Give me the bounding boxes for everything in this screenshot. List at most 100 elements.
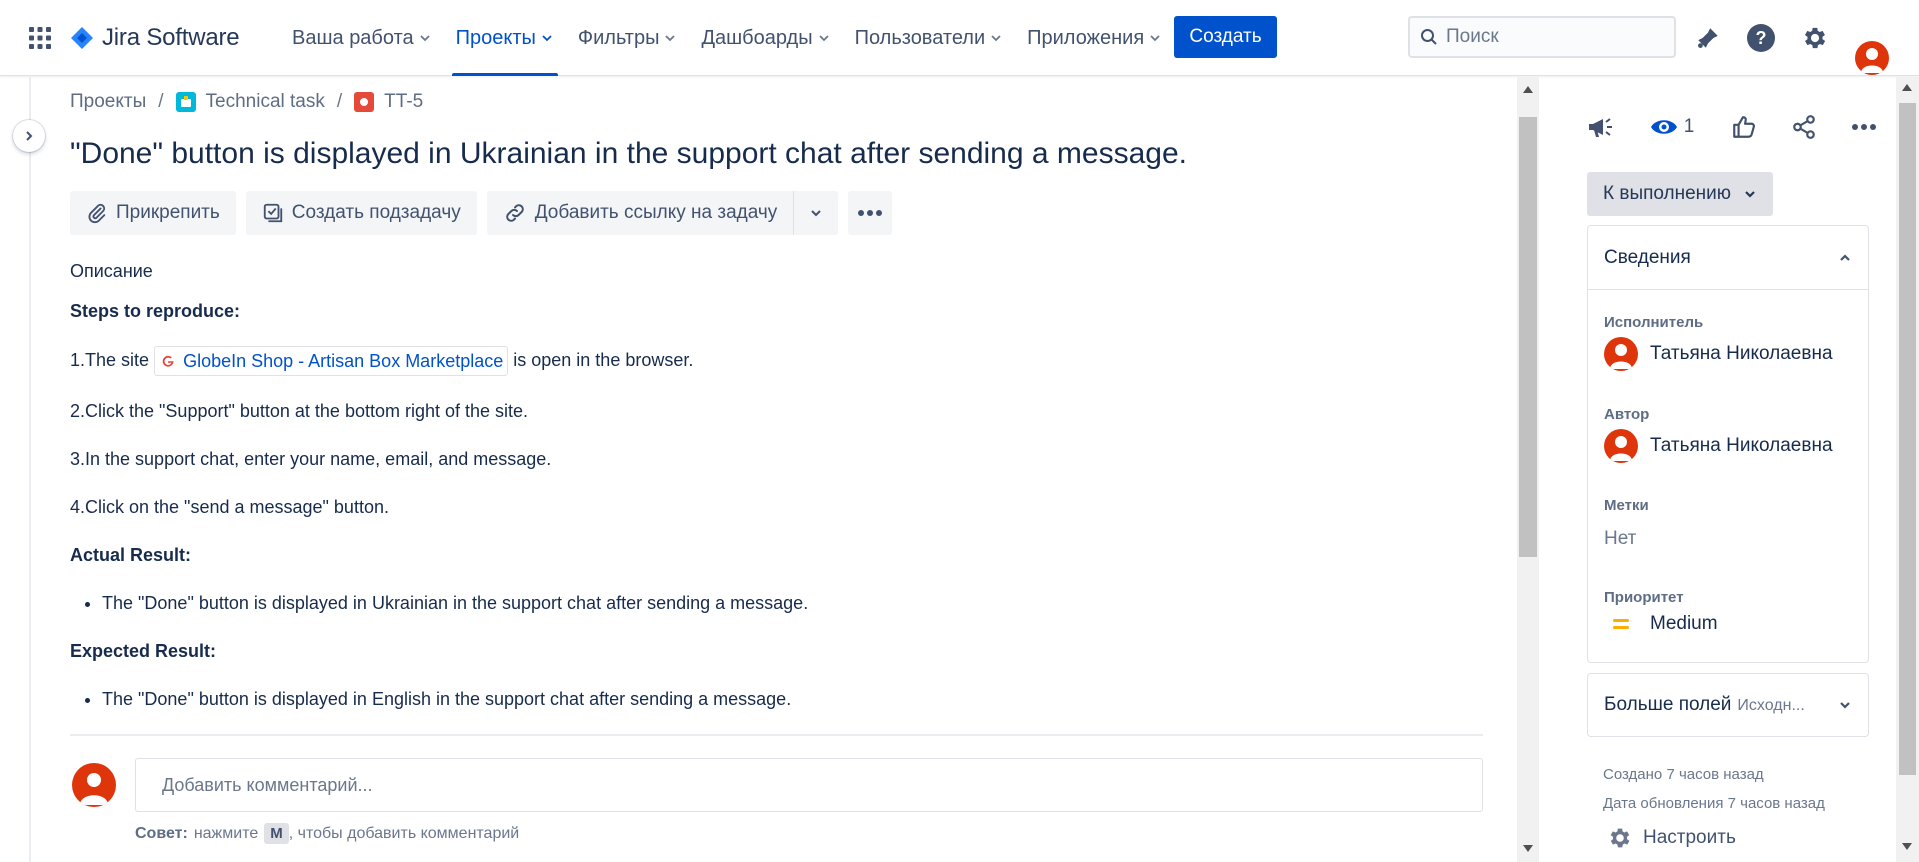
link-issue-button[interactable]: Добавить ссылку на задачу: [487, 191, 794, 235]
breadcrumb: Проекты / Technical task / TT-5: [70, 91, 423, 113]
steps-heading: Steps to reproduce:: [70, 301, 241, 321]
notifications-icon[interactable]: [1692, 22, 1724, 54]
eye-icon: [1650, 117, 1678, 137]
breadcrumb-separator: /: [336, 91, 343, 112]
app-switcher-icon[interactable]: [28, 26, 52, 50]
configure-button[interactable]: Настроить: [1607, 825, 1736, 851]
avatar: [72, 763, 116, 807]
labels-value[interactable]: Нет: [1604, 528, 1636, 550]
step-3: 3.In the support chat, enter your name, …: [70, 449, 552, 469]
tip-text: , чтобы добавить комментарий: [288, 824, 520, 842]
description-body[interactable]: Steps to reproduce: 1.The site GlobeIn S…: [70, 292, 1470, 712]
breadcrumb-separator: /: [158, 91, 164, 112]
comment-input[interactable]: Добавить комментарий...: [135, 758, 1483, 812]
description-label: Описание: [70, 261, 153, 281]
smart-link[interactable]: GlobeIn Shop - Artisan Box Marketplace: [154, 346, 509, 376]
updated-timestamp: Дата обновления 7 часов назад: [1603, 795, 1825, 812]
create-subtask-button[interactable]: Создать подзадачу: [245, 191, 477, 235]
nav-apps[interactable]: Приложения: [1015, 0, 1174, 76]
status-dropdown[interactable]: К выполнению: [1587, 172, 1774, 216]
google-favicon-icon: [161, 354, 175, 368]
reporter-label: Автор: [1604, 406, 1650, 423]
step-1-prefix: 1.The site: [70, 349, 150, 370]
scroll-up-icon[interactable]: [1902, 83, 1912, 91]
link-issue-dropdown[interactable]: [794, 191, 838, 235]
status-label: К выполнению: [1603, 183, 1732, 204]
expected-heading: Expected Result:: [70, 641, 217, 661]
breadcrumb-issue[interactable]: TT-5: [354, 91, 423, 113]
assignee-name: Татьяна Николаевна: [1650, 343, 1833, 364]
priority-label: Приоритет: [1604, 589, 1684, 606]
issue-title[interactable]: "Done" button is displayed in Ukrainian …: [70, 137, 1187, 171]
chevron-down-icon: [989, 31, 1003, 45]
nav-your-work[interactable]: Ваша работа: [280, 0, 444, 76]
details-header[interactable]: Сведения: [1588, 226, 1868, 290]
nav-label: Фильтры: [577, 26, 660, 49]
issue-main: Проекты / Technical task / TT-5 "Done" b…: [70, 77, 1483, 862]
comment-tip: Совет: нажмите M, чтобы добавить коммент…: [135, 823, 519, 844]
search-box[interactable]: [1408, 16, 1676, 58]
expand-sidebar-button[interactable]: [13, 120, 45, 152]
scroll-up-icon[interactable]: [1522, 83, 1534, 95]
details-panel: Сведения Исполнитель Татьяна Николаевна …: [1587, 225, 1869, 663]
expected-list: The "Done" button is displayed in Englis…: [70, 686, 1470, 712]
help-icon[interactable]: ?: [1745, 22, 1777, 54]
created-timestamp: Создано 7 часов назад: [1603, 766, 1764, 783]
scroll-down-icon[interactable]: [1522, 843, 1534, 855]
create-button[interactable]: Создать: [1174, 16, 1277, 58]
more-fields-panel[interactable]: Больше полей Исходн...: [1587, 673, 1869, 737]
tip-text: нажмите: [193, 824, 259, 842]
nav-filters[interactable]: Фильтры: [566, 0, 690, 76]
assignee-field[interactable]: Татьяна Николаевна: [1604, 337, 1833, 371]
priority-value: Medium: [1650, 613, 1718, 634]
breadcrumb-projects[interactable]: Проекты: [70, 91, 146, 113]
chevron-down-icon: [663, 31, 677, 45]
more-actions-button[interactable]: [848, 191, 893, 235]
sidebar-divider: [29, 77, 31, 862]
nav-dashboards[interactable]: Дашбоарды: [689, 0, 842, 76]
subtask-icon: [262, 202, 284, 224]
jira-logo[interactable]: Jira Software: [70, 20, 240, 56]
actual-list: The "Done" button is displayed in Ukrain…: [70, 590, 1470, 616]
step-2: 2.Click the "Support" button at the bott…: [70, 401, 529, 421]
list-item: The "Done" button is displayed in Englis…: [102, 686, 1470, 712]
avatar[interactable]: [1855, 40, 1889, 75]
jira-diamond-icon: [70, 26, 94, 50]
like-icon[interactable]: [1726, 109, 1762, 145]
watch-button[interactable]: 1: [1642, 109, 1702, 145]
chevron-right-icon: [22, 129, 36, 143]
labels-label: Метки: [1604, 497, 1649, 514]
more-icon[interactable]: [1846, 109, 1882, 145]
top-navigation: Jira Software Ваша работа Проекты Фильтр…: [0, 0, 1919, 76]
chevron-down-icon: [1838, 698, 1852, 712]
feedback-icon[interactable]: [1582, 109, 1618, 145]
nav-label: Приложения: [1027, 26, 1145, 49]
list-item: The "Done" button is displayed in Ukrain…: [102, 590, 1470, 616]
paperclip-icon: [86, 202, 108, 224]
reporter-field[interactable]: Татьяна Николаевна: [1604, 429, 1833, 463]
subtask-label: Создать подзадачу: [291, 202, 461, 223]
link-issue-group: Добавить ссылку на задачу: [486, 191, 839, 235]
nav-label: Проекты: [455, 26, 536, 49]
reporter-name: Татьяна Николаевна: [1650, 435, 1833, 456]
page-scrollbar[interactable]: [1896, 77, 1919, 862]
more-icon: [857, 209, 883, 217]
main-scrollbar[interactable]: [1517, 77, 1539, 862]
scroll-down-icon[interactable]: [1902, 843, 1912, 851]
attach-button[interactable]: Прикрепить: [70, 191, 236, 235]
nav-projects[interactable]: Проекты: [444, 0, 566, 76]
breadcrumb-project[interactable]: Technical task: [175, 91, 325, 113]
link-issue-label: Добавить ссылку на задачу: [534, 202, 778, 223]
settings-icon[interactable]: [1799, 22, 1831, 54]
share-icon[interactable]: [1786, 109, 1822, 145]
gear-icon: [1607, 825, 1633, 851]
details-title: Сведения: [1604, 246, 1691, 268]
chevron-down-icon: [817, 31, 831, 45]
priority-field[interactable]: Medium: [1604, 613, 1718, 635]
app-name: Jira Software: [102, 24, 240, 51]
scrollbar-thumb[interactable]: [1519, 117, 1537, 557]
avatar: [1604, 337, 1638, 371]
scrollbar-thumb[interactable]: [1899, 103, 1916, 775]
search-input[interactable]: [1446, 26, 1656, 48]
nav-people[interactable]: Пользователи: [843, 0, 1016, 76]
